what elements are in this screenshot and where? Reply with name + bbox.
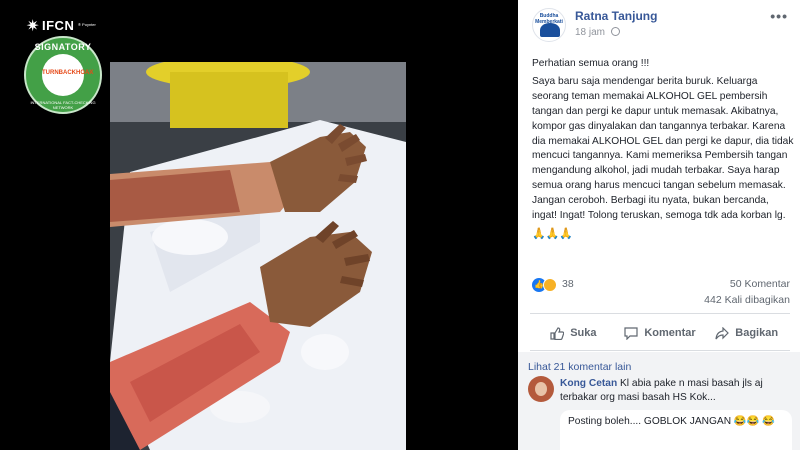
comments-section: Lihat 21 komentar lain Kong Cetan Kl abi… [518,352,800,450]
member-label: TURNBACKHOAX [42,70,94,76]
comment-bubble: Posting boleh.... GOBLOK JANGAN 😂😂 😂 [560,410,792,450]
divider [530,313,790,314]
thumbs-up-icon [550,326,565,340]
post-actions: Suka Komentar Bagikan [530,320,790,346]
post-panel: Buddha Memberkati Ratna Tanjung 18 jam •… [518,0,800,450]
like-label: Suka [570,327,597,339]
ifcn-logo-text: IFCN [42,18,75,33]
avatar-face [535,382,547,396]
network-label: INTERNATIONAL FACT-CHECKING NETWORK [30,100,96,110]
buddha-icon [540,23,560,37]
commenter-avatar[interactable] [528,376,554,402]
comment-text: Posting boleh.... GOBLOK JANGAN 😂😂 😂 [568,416,775,427]
page-avatar[interactable]: Buddha Memberkati [532,8,566,42]
comment-button[interactable]: Komentar [617,320,704,346]
comment-bubble: Kong Cetan Kl abia pake n masi basah jls… [560,377,792,405]
post-time[interactable]: 18 jam [575,27,605,38]
ifcn-signatory-badge: ✷ IFCN ® Poynter SIGNATORY TURNBACKHOAX … [22,14,104,116]
post-paragraph: Saya baru saja mendengar berita buruk. K… [532,75,794,222]
divider [530,350,790,351]
post-photo[interactable] [110,62,406,450]
share-label: Bagikan [735,327,779,339]
star-icon: ✷ [26,18,40,35]
photo-area: ✷ IFCN ® Poynter SIGNATORY TURNBACKHOAX … [0,0,518,450]
more-options-icon[interactable]: ••• [770,8,788,24]
share-button[interactable]: Bagikan [703,320,790,346]
sad-reaction-icon [543,278,557,292]
comment-icon [624,326,638,340]
commenter-name[interactable]: Kong Cetan [560,378,617,389]
share-count[interactable]: 442 Kali dibagikan [704,294,790,306]
share-icon [715,326,730,339]
post-meta: 18 jam [575,27,620,38]
like-button[interactable]: Suka [530,320,617,346]
reaction-count: 38 [562,278,574,290]
post-paragraph: Perhatian semua orang !!! [532,58,650,69]
globe-icon [610,27,620,36]
burned-hands-photo [110,62,406,450]
comment-label: Komentar [644,327,696,339]
post-text: Perhatian semua orang !!! Saya baru saja… [532,57,794,245]
prayer-emoji-line: 🙏🙏🙏 [532,227,574,240]
author-name[interactable]: Ratna Tanjung [575,9,657,23]
view-more-comments-link[interactable]: Lihat 21 komentar lain [528,361,631,373]
comment-count[interactable]: 50 Komentar [730,278,790,290]
poynter-label: ® Poynter [78,22,96,27]
signatory-label: SIGNATORY [34,42,92,52]
